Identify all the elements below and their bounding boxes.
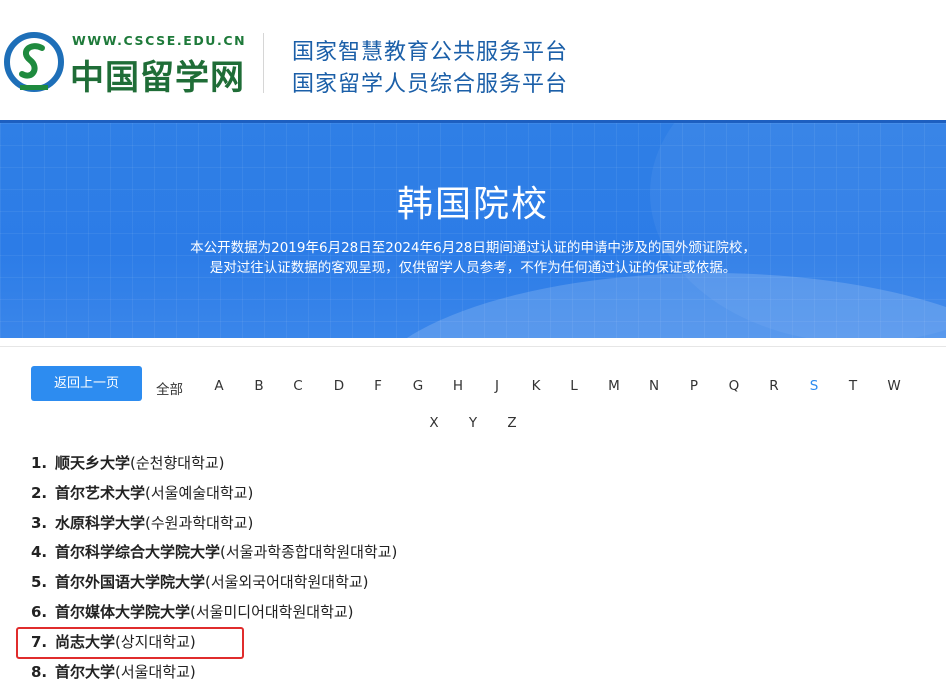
page-title: 韩国院校 <box>396 184 549 225</box>
platform-title-1[interactable]: 国家智慧教育公共服务平台 <box>292 34 568 66</box>
letter-filter-x[interactable]: X <box>419 415 449 431</box>
letter-filter-c[interactable]: C <box>283 378 313 394</box>
page-banner: 韩国院校 本公开数据为2019年6月28日至2024年6月28日期间通过认证的申… <box>0 120 946 338</box>
letter-filter-a[interactable]: A <box>204 378 234 394</box>
letter-filter-r[interactable]: R <box>759 378 789 394</box>
list-item-number: 4. <box>31 543 48 562</box>
list-item-number: 6. <box>31 603 48 621</box>
letter-filter-t[interactable]: T <box>838 378 868 394</box>
letter-filter-f[interactable]: F <box>363 378 393 394</box>
letter-filter-y[interactable]: Y <box>458 415 488 431</box>
banner-description-line1: 本公开数据为2019年6月28日至2024年6月28日期间通过认证的申请中涉及的… <box>190 240 756 256</box>
letter-filter-s[interactable]: S <box>799 378 829 394</box>
school-name-cn: 首尔媒体大学院大学 <box>55 603 191 621</box>
letter-filter-j[interactable]: J <box>482 378 512 394</box>
letter-filter-q[interactable]: Q <box>719 378 749 394</box>
letter-filter-m[interactable]: M <box>599 378 629 394</box>
banner-description-line2: 是对过往认证数据的客观呈现，仅供留学人员参考，不作为任何通过认证的保证或依据。 <box>209 260 737 276</box>
school-name-cn: 顺天乡大学 <box>55 454 131 472</box>
school-name-cn: 首尔外国语大学院大学 <box>55 573 206 592</box>
letter-filter-w[interactable]: W <box>879 378 909 394</box>
school-name-cn: 水原科学大学 <box>55 513 146 532</box>
list-item-number: 5. <box>31 573 48 592</box>
school-name-kr: (서울예술대학교) <box>145 483 254 502</box>
platform-title-2[interactable]: 国家留学人员综合服务平台 <box>292 66 568 98</box>
back-button[interactable]: 返回上一页 <box>31 366 142 401</box>
list-item[interactable]: 1. 顺天乡大学(순천향대학교) <box>31 452 225 473</box>
letter-filter-b[interactable]: B <box>244 378 274 394</box>
header-divider <box>263 33 264 93</box>
list-item[interactable]: 3. 水原科学大学(수원과학대학교) <box>31 512 253 533</box>
school-name-kr: (서울과학종합대학원대학교) <box>220 543 398 562</box>
list-item-number: 1. <box>31 454 48 472</box>
list-item[interactable]: 2. 首尔艺术大学(서울예술대학교) <box>31 482 253 503</box>
letter-filter-l[interactable]: L <box>559 378 589 394</box>
list-item-number: 8. <box>31 662 48 681</box>
school-name-kr: (수원과학대학교) <box>145 513 254 532</box>
letter-filter-z[interactable]: Z <box>497 415 527 431</box>
school-name-cn: 首尔大学 <box>55 662 116 681</box>
letter-filter-k[interactable]: K <box>521 378 551 394</box>
school-name-kr: (서울미디어대학원대학교) <box>190 603 354 621</box>
list-item-number: 3. <box>31 513 48 532</box>
school-name-cn: 首尔科学综合大学院大学 <box>55 543 221 562</box>
highlight-box <box>16 627 244 659</box>
school-name-cn: 首尔艺术大学 <box>55 483 146 502</box>
letter-filter-n[interactable]: N <box>639 378 669 394</box>
school-name-kr: (순천향대학교) <box>130 454 225 472</box>
list-item[interactable]: 6. 首尔媒体大学院大学(서울미디어대학원대학교) <box>31 601 354 622</box>
logo-name-text: 中国留学网 <box>70 58 245 98</box>
filter-all[interactable]: 全部 <box>156 378 183 398</box>
letter-filter-d[interactable]: D <box>324 378 354 394</box>
site-header: WWW.CSCSE.EDU.CN 中国留学网 国家智慧教育公共服务平台 国家留学… <box>0 0 946 120</box>
list-item[interactable]: 8. 首尔大学(서울대학교) <box>31 661 196 682</box>
letter-filter-g[interactable]: G <box>403 378 433 394</box>
school-name-kr: (서울외국어대학원대학교) <box>205 573 369 592</box>
list-item[interactable]: 5. 首尔外国语大学院大学(서울외국어대학원대학교) <box>31 571 369 592</box>
logo-url-text: WWW.CSCSE.EDU.CN <box>72 33 247 48</box>
letter-filter-p[interactable]: P <box>679 378 709 394</box>
letter-filter-h[interactable]: H <box>443 378 473 394</box>
section-divider <box>0 346 946 347</box>
list-item-number: 2. <box>31 483 48 502</box>
list-item[interactable]: 4. 首尔科学综合大学院大学(서울과학종합대학원대학교) <box>31 541 397 562</box>
cscse-logo-icon <box>4 32 64 92</box>
school-name-kr: (서울대학교) <box>115 662 196 681</box>
